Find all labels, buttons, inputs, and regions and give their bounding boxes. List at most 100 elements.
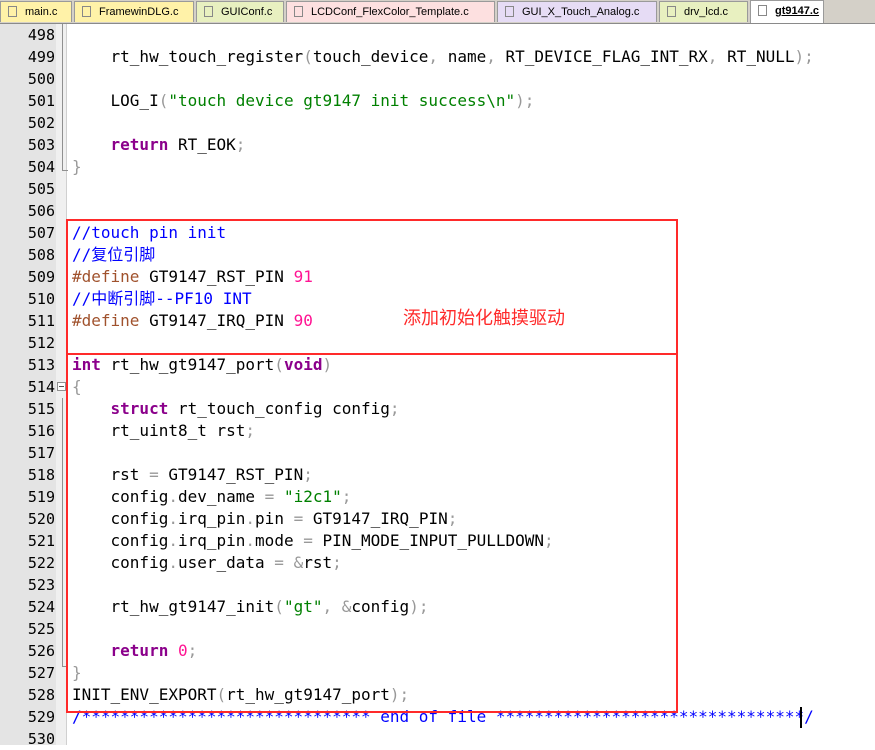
code-token: LOG_I bbox=[72, 91, 159, 110]
line-number: 500 bbox=[27, 70, 55, 88]
code-line: 513 int rt_hw_gt9147_port(void) bbox=[0, 354, 875, 376]
code-line: 508 //复位引脚 bbox=[0, 244, 875, 266]
code-text: return 0; bbox=[72, 640, 198, 662]
tab-main-c[interactable]: main.c bbox=[0, 1, 72, 22]
code-token: RT_NULL bbox=[717, 47, 795, 66]
code-line: 503 return RT_EOK; bbox=[0, 134, 875, 156]
code-text: int rt_hw_gt9147_port(void) bbox=[72, 354, 332, 376]
code-token: "i2c1" bbox=[283, 487, 342, 506]
line-number: 517 bbox=[27, 444, 55, 462]
code-token: ; bbox=[341, 487, 352, 506]
line-number: 501 bbox=[27, 92, 55, 110]
code-token: 0 bbox=[177, 641, 188, 660]
code-line: 500 bbox=[0, 68, 875, 90]
code-line: 509 #define GT9147_RST_PIN 91 bbox=[0, 266, 875, 288]
code-token: config bbox=[72, 487, 169, 506]
line-number: 529 bbox=[27, 708, 55, 726]
code-text: struct rt_touch_config config; bbox=[72, 398, 400, 420]
code-line: 520 config.irq_pin.pin = GT9147_IRQ_PIN; bbox=[0, 508, 875, 530]
code-line: 514 { bbox=[0, 376, 875, 398]
code-line: 519 config.dev_name = "i2c1"; bbox=[0, 486, 875, 508]
tab-gui-x-touch-analog-c[interactable]: GUI_X_Touch_Analog.c bbox=[497, 1, 657, 22]
code-token: ; bbox=[332, 553, 342, 572]
line-number: 515 bbox=[27, 400, 55, 418]
code-token: #define bbox=[72, 267, 140, 286]
tab-gt9147-c[interactable]: gt9147.c bbox=[750, 0, 824, 23]
line-number: 528 bbox=[27, 686, 55, 704]
line-number: 507 bbox=[27, 224, 55, 242]
file-icon bbox=[505, 6, 514, 17]
file-icon bbox=[667, 6, 676, 17]
code-token: dev_name bbox=[177, 487, 265, 506]
annotation-label: 添加初始化触摸驱动 bbox=[403, 308, 565, 329]
code-line: 518 rst = GT9147_RST_PIN; bbox=[0, 464, 875, 486]
code-text: } bbox=[72, 662, 82, 684]
code-token: //touch pin init bbox=[72, 223, 227, 242]
tab-lcdconf-flexcolor-template-c[interactable]: LCDConf_FlexColor_Template.c bbox=[286, 1, 495, 22]
code-text: LOG_I("touch device gt9147 init success\… bbox=[72, 90, 535, 112]
code-token: PIN_MODE_INPUT_PULLDOWN bbox=[312, 531, 545, 550]
file-icon bbox=[8, 6, 17, 17]
line-number: 521 bbox=[27, 532, 55, 550]
code-token: ); bbox=[409, 597, 429, 616]
line-number: 503 bbox=[27, 136, 55, 154]
code-line: 526 return 0; bbox=[0, 640, 875, 662]
code-token: config bbox=[72, 531, 169, 550]
code-token: . bbox=[168, 487, 178, 506]
code-token: ( bbox=[216, 685, 227, 704]
code-text: #define GT9147_IRQ_PIN 90 bbox=[72, 310, 313, 332]
code-line: 524 rt_hw_gt9147_init("gt", &config); bbox=[0, 596, 875, 618]
code-token: name bbox=[438, 47, 487, 66]
code-editor[interactable]: 498 499 rt_hw_touch_register(touch_device… bbox=[0, 24, 875, 750]
line-number: 524 bbox=[27, 598, 55, 616]
line-number: 508 bbox=[27, 246, 55, 264]
code-text: rt_uint8_t rst; bbox=[72, 420, 256, 442]
code-token: struct bbox=[72, 399, 169, 418]
code-line: 530 bbox=[0, 728, 875, 750]
code-token: 90 bbox=[293, 311, 313, 330]
code-text: } bbox=[72, 156, 82, 178]
code-token: ); bbox=[515, 91, 535, 110]
code-token: rt_touch_config config bbox=[168, 399, 390, 418]
code-token: ( bbox=[303, 47, 313, 66]
tab-guiconf-c[interactable]: GUIConf.c bbox=[196, 1, 284, 22]
line-number: 525 bbox=[27, 620, 55, 638]
code-token: "touch device gt9147 init success\n" bbox=[168, 91, 516, 110]
tab-label: LCDConf_FlexColor_Template.c bbox=[311, 6, 469, 18]
tab-framewindlg-c[interactable]: FramewinDLG.c bbox=[74, 1, 194, 22]
file-icon bbox=[82, 6, 91, 17]
line-number: 526 bbox=[27, 642, 55, 660]
code-text: INIT_ENV_EXPORT(rt_hw_gt9147_port); bbox=[72, 684, 409, 706]
code-token: GT9147_RST_PIN bbox=[158, 465, 304, 484]
code-text: //复位引脚 bbox=[72, 244, 155, 266]
code-token: ; bbox=[447, 509, 458, 528]
code-text: { bbox=[72, 376, 82, 398]
code-token: } bbox=[72, 663, 82, 682]
code-token: mode bbox=[255, 531, 304, 550]
code-token: void bbox=[283, 355, 323, 374]
tab-drv-lcd-c[interactable]: drv_lcd.c bbox=[659, 1, 748, 22]
code-token: RT_EOK bbox=[168, 135, 236, 154]
code-token: #define bbox=[72, 311, 140, 330]
code-line: 502 bbox=[0, 112, 875, 134]
code-token: rt_uint8_t rst bbox=[72, 421, 246, 440]
code-token: ); bbox=[794, 47, 814, 66]
code-line: 528 INIT_ENV_EXPORT(rt_hw_gt9147_port); bbox=[0, 684, 875, 706]
code-line: 506 bbox=[0, 200, 875, 222]
line-number: 520 bbox=[27, 510, 55, 528]
code-token: rt_hw_gt9147_port bbox=[226, 685, 390, 704]
code-token: int bbox=[72, 355, 101, 374]
code-token: . bbox=[245, 531, 256, 550]
editor-tab-bar: main.c FramewinDLG.c GUIConf.c LCDConf_Flex… bbox=[0, 0, 875, 24]
code-line: 523 bbox=[0, 574, 875, 596]
code-token: . bbox=[168, 553, 178, 572]
code-token: "gt" bbox=[283, 597, 323, 616]
line-number: 519 bbox=[27, 488, 55, 506]
line-number: 510 bbox=[27, 290, 55, 308]
code-line: 515 struct rt_touch_config config; bbox=[0, 398, 875, 420]
code-text: config.irq_pin.pin = GT9147_IRQ_PIN; bbox=[72, 508, 458, 530]
line-number: 514 bbox=[27, 378, 55, 396]
